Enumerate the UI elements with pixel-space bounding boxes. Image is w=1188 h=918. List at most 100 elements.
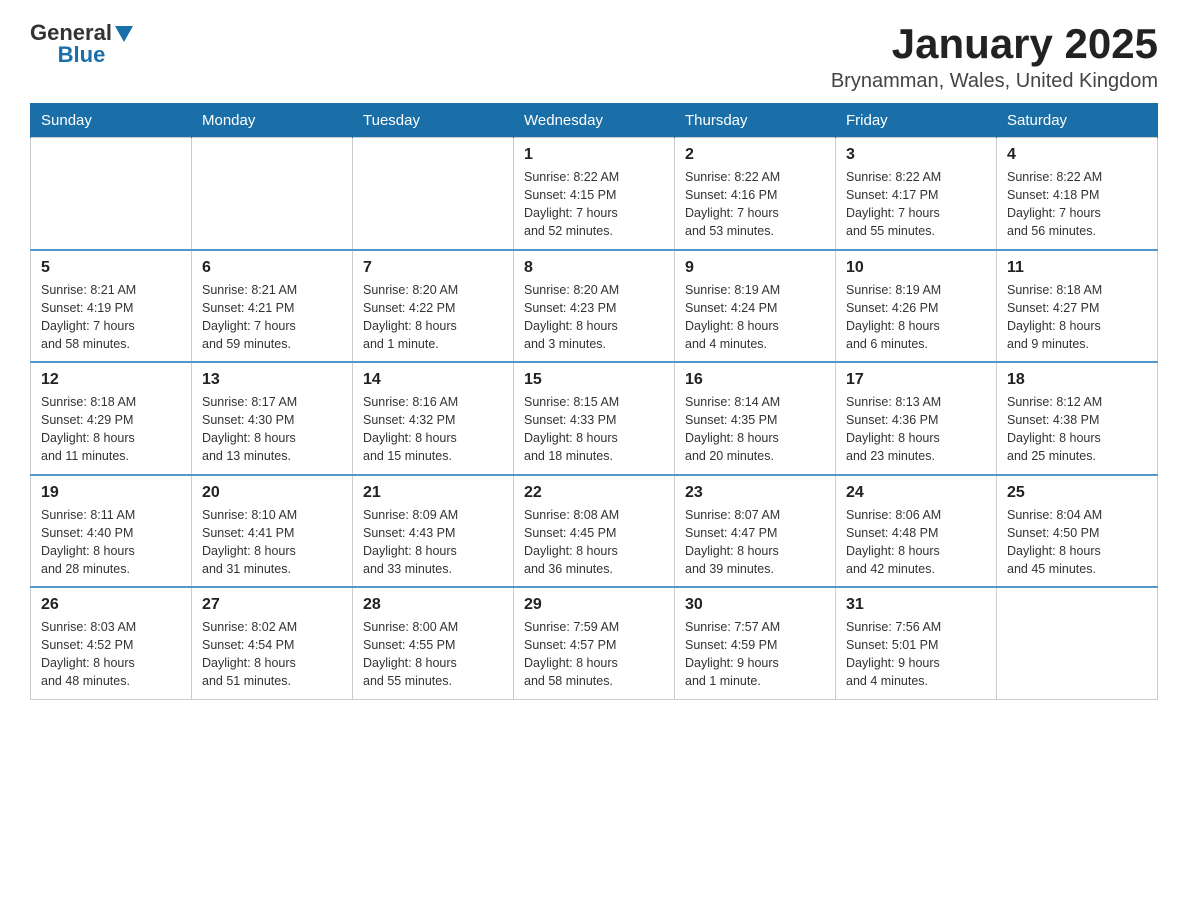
- calendar-cell-w1-d6: 4Sunrise: 8:22 AM Sunset: 4:18 PM Daylig…: [997, 138, 1158, 250]
- calendar-cell-w1-d3: 1 Sunrise: 8:22 AM Sunset: 4:15 PM Daylig…: [514, 138, 675, 250]
- day-number: 28: [363, 596, 503, 614]
- day-number: 16: [685, 371, 825, 389]
- day-number: 22: [524, 484, 664, 502]
- page-header: General Blue January 2025 Brynamman, Wal…: [30, 20, 1158, 93]
- day-number: 23: [685, 484, 825, 502]
- calendar-cell-w5-d1: 27 Sunrise: 8:02 AM Sunset: 4:54 PM Dayli…: [192, 587, 353, 699]
- calendar-cell-w4-d2: 21 Sunrise: 8:09 AM Sunset: 4:43 PM Dayli…: [353, 475, 514, 588]
- day-info: Sunrise: 8:12 AM Sunset: 4:38 PM Dayligh…: [1007, 393, 1147, 466]
- calendar-cell-w4-d4: 23 Sunrise: 8:07 AM Sunset: 4:47 PM Dayli…: [675, 475, 836, 588]
- calendar-cell-w5-d2: 28 Sunrise: 8:00 AM Sunset: 4:55 PM Dayli…: [353, 587, 514, 699]
- calendar-cell-w2-d6: 11Sunrise: 8:18 AM Sunset: 4:27 PM Dayli…: [997, 250, 1158, 363]
- day-info: Sunrise: 7:59 AM Sunset: 4:57 PM Dayligh…: [524, 618, 664, 691]
- day-info: Sunrise: 7:57 AM Sunset: 4:59 PM Dayligh…: [685, 618, 825, 691]
- day-number: 19: [41, 484, 181, 502]
- calendar-cell-w2-d3: 8 Sunrise: 8:20 AM Sunset: 4:23 PM Daylig…: [514, 250, 675, 363]
- day-info: Sunrise: 8:13 AM Sunset: 4:36 PM Dayligh…: [846, 393, 986, 466]
- calendar-table: Sunday Monday Tuesday Wednesday Thursday…: [30, 103, 1158, 700]
- day-number: 2: [685, 146, 825, 164]
- day-info: Sunrise: 8:17 AM Sunset: 4:30 PM Dayligh…: [202, 393, 342, 466]
- calendar-cell-w2-d1: 6 Sunrise: 8:21 AM Sunset: 4:21 PM Daylig…: [192, 250, 353, 363]
- day-number: 7: [363, 259, 503, 277]
- day-number: 27: [202, 596, 342, 614]
- calendar-cell-w2-d0: 5 Sunrise: 8:21 AM Sunset: 4:19 PM Daylig…: [31, 250, 192, 363]
- calendar-cell-w4-d0: 19Sunrise: 8:11 AM Sunset: 4:40 PM Dayli…: [31, 475, 192, 588]
- day-number: 29: [524, 596, 664, 614]
- calendar-cell-w5-d4: 30 Sunrise: 7:57 AM Sunset: 4:59 PM Dayli…: [675, 587, 836, 699]
- calendar-cell-w2-d4: 9 Sunrise: 8:19 AM Sunset: 4:24 PM Daylig…: [675, 250, 836, 363]
- calendar-cell-w4-d3: 22 Sunrise: 8:08 AM Sunset: 4:45 PM Dayli…: [514, 475, 675, 588]
- day-number: 30: [685, 596, 825, 614]
- month-title: January 2025: [831, 20, 1158, 68]
- title-block: January 2025 Brynamman, Wales, United Ki…: [831, 20, 1158, 93]
- day-info: Sunrise: 8:19 AM Sunset: 4:24 PM Dayligh…: [685, 281, 825, 354]
- day-info: Sunrise: 8:22 AM Sunset: 4:15 PM Dayligh…: [524, 168, 664, 241]
- day-number: 6: [202, 259, 342, 277]
- day-info: Sunrise: 8:19 AM Sunset: 4:26 PM Dayligh…: [846, 281, 986, 354]
- day-info: Sunrise: 8:22 AM Sunset: 4:17 PM Dayligh…: [846, 168, 986, 241]
- logo: General Blue: [30, 20, 133, 68]
- day-number: 24: [846, 484, 986, 502]
- calendar-cell-w4-d6: 25 Sunrise: 8:04 AM Sunset: 4:50 PM Dayli…: [997, 475, 1158, 588]
- day-info: Sunrise: 8:10 AM Sunset: 4:41 PM Dayligh…: [202, 506, 342, 579]
- calendar-cell-w4-d1: 20Sunrise: 8:10 AM Sunset: 4:41 PM Dayli…: [192, 475, 353, 588]
- calendar-cell-w5-d6: [997, 587, 1158, 699]
- day-info: Sunrise: 8:00 AM Sunset: 4:55 PM Dayligh…: [363, 618, 503, 691]
- day-info: Sunrise: 8:18 AM Sunset: 4:27 PM Dayligh…: [1007, 281, 1147, 354]
- calendar-cell-w3-d6: 18Sunrise: 8:12 AM Sunset: 4:38 PM Dayli…: [997, 362, 1158, 475]
- day-info: Sunrise: 8:20 AM Sunset: 4:22 PM Dayligh…: [363, 281, 503, 354]
- col-tuesday: Tuesday: [353, 104, 514, 138]
- day-info: Sunrise: 8:14 AM Sunset: 4:35 PM Dayligh…: [685, 393, 825, 466]
- calendar-cell-w1-d1: [192, 138, 353, 250]
- col-thursday: Thursday: [675, 104, 836, 138]
- day-number: 26: [41, 596, 181, 614]
- day-info: Sunrise: 8:21 AM Sunset: 4:21 PM Dayligh…: [202, 281, 342, 354]
- logo-icon: General Blue: [30, 20, 133, 68]
- day-info: Sunrise: 8:18 AM Sunset: 4:29 PM Dayligh…: [41, 393, 181, 466]
- calendar-cell-w3-d2: 14Sunrise: 8:16 AM Sunset: 4:32 PM Dayli…: [353, 362, 514, 475]
- day-info: Sunrise: 8:02 AM Sunset: 4:54 PM Dayligh…: [202, 618, 342, 691]
- calendar-cell-w1-d0: [31, 138, 192, 250]
- calendar-cell-w1-d2: [353, 138, 514, 250]
- day-number: 25: [1007, 484, 1147, 502]
- day-info: Sunrise: 8:07 AM Sunset: 4:47 PM Dayligh…: [685, 506, 825, 579]
- day-number: 31: [846, 596, 986, 614]
- day-info: Sunrise: 8:22 AM Sunset: 4:18 PM Dayligh…: [1007, 168, 1147, 241]
- day-number: 9: [685, 259, 825, 277]
- day-info: Sunrise: 8:20 AM Sunset: 4:23 PM Dayligh…: [524, 281, 664, 354]
- col-saturday: Saturday: [997, 104, 1158, 138]
- day-number: 5: [41, 259, 181, 277]
- day-info: Sunrise: 8:09 AM Sunset: 4:43 PM Dayligh…: [363, 506, 503, 579]
- day-info: Sunrise: 8:21 AM Sunset: 4:19 PM Dayligh…: [41, 281, 181, 354]
- calendar-cell-w1-d4: 2 Sunrise: 8:22 AM Sunset: 4:16 PM Daylig…: [675, 138, 836, 250]
- calendar-cell-w3-d0: 12 Sunrise: 8:18 AM Sunset: 4:29 PM Dayli…: [31, 362, 192, 475]
- day-info: Sunrise: 8:04 AM Sunset: 4:50 PM Dayligh…: [1007, 506, 1147, 579]
- logo-blue-text: Blue: [58, 42, 106, 68]
- calendar-cell-w5-d3: 29 Sunrise: 7:59 AM Sunset: 4:57 PM Dayli…: [514, 587, 675, 699]
- location-title: Brynamman, Wales, United Kingdom: [831, 70, 1158, 93]
- col-sunday: Sunday: [31, 104, 192, 138]
- day-number: 12: [41, 371, 181, 389]
- calendar-cell-w3-d4: 16 Sunrise: 8:14 AM Sunset: 4:35 PM Dayli…: [675, 362, 836, 475]
- col-wednesday: Wednesday: [514, 104, 675, 138]
- day-info: Sunrise: 8:22 AM Sunset: 4:16 PM Dayligh…: [685, 168, 825, 241]
- day-number: 21: [363, 484, 503, 502]
- day-info: Sunrise: 7:56 AM Sunset: 5:01 PM Dayligh…: [846, 618, 986, 691]
- calendar-cell-w3-d5: 17Sunrise: 8:13 AM Sunset: 4:36 PM Dayli…: [836, 362, 997, 475]
- day-number: 3: [846, 146, 986, 164]
- day-info: Sunrise: 8:08 AM Sunset: 4:45 PM Dayligh…: [524, 506, 664, 579]
- day-number: 1: [524, 146, 664, 164]
- day-number: 15: [524, 371, 664, 389]
- calendar-week-3: 12 Sunrise: 8:18 AM Sunset: 4:29 PM Dayli…: [31, 362, 1158, 475]
- calendar-cell-w5-d0: 26 Sunrise: 8:03 AM Sunset: 4:52 PM Dayli…: [31, 587, 192, 699]
- calendar-week-5: 26 Sunrise: 8:03 AM Sunset: 4:52 PM Dayli…: [31, 587, 1158, 699]
- calendar-header-row: Sunday Monday Tuesday Wednesday Thursday…: [31, 104, 1158, 138]
- calendar-cell-w5-d5: 31 Sunrise: 7:56 AM Sunset: 5:01 PM Dayli…: [836, 587, 997, 699]
- calendar-cell-w1-d5: 3 Sunrise: 8:22 AM Sunset: 4:17 PM Daylig…: [836, 138, 997, 250]
- day-number: 8: [524, 259, 664, 277]
- day-number: 13: [202, 371, 342, 389]
- col-friday: Friday: [836, 104, 997, 138]
- calendar-cell-w2-d2: 7 Sunrise: 8:20 AM Sunset: 4:22 PM Daylig…: [353, 250, 514, 363]
- calendar-cell-w2-d5: 10Sunrise: 8:19 AM Sunset: 4:26 PM Dayli…: [836, 250, 997, 363]
- day-info: Sunrise: 8:03 AM Sunset: 4:52 PM Dayligh…: [41, 618, 181, 691]
